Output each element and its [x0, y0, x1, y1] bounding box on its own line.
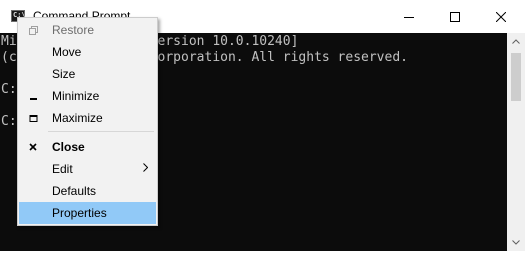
- scroll-down-button[interactable]: [507, 234, 525, 251]
- minimize-icon: [404, 16, 414, 18]
- menu-item-label: Defaults: [52, 184, 97, 198]
- menu-item-size[interactable]: Size: [19, 63, 156, 85]
- maximize-button[interactable]: [432, 0, 478, 33]
- close-icon: [29, 143, 37, 151]
- menu-item-label: Restore: [52, 23, 95, 37]
- restore-icon: [28, 25, 38, 35]
- chevron-right-icon: [143, 163, 148, 172]
- menu-separator: [48, 131, 154, 132]
- menu-item-minimize[interactable]: Minimize: [19, 85, 156, 107]
- chevron-down-icon: [512, 240, 520, 245]
- close-icon: [496, 11, 506, 22]
- system-menu: Restore Move Size Minimize Maximize Clos…: [17, 17, 158, 226]
- menu-item-label: Maximize: [52, 111, 103, 125]
- maximize-icon: [450, 11, 460, 22]
- menu-item-edit[interactable]: Edit: [19, 158, 156, 180]
- menu-item-label: Properties: [52, 206, 107, 220]
- menu-item-maximize[interactable]: Maximize: [19, 107, 156, 129]
- menu-item-properties[interactable]: Properties: [19, 202, 156, 224]
- menu-item-label: Edit: [52, 162, 73, 176]
- menu-item-label: Close: [52, 140, 85, 154]
- menu-item-defaults[interactable]: Defaults: [19, 180, 156, 202]
- maximize-icon: [29, 114, 37, 122]
- menu-item-move[interactable]: Move: [19, 41, 156, 63]
- minimize-button[interactable]: [386, 0, 432, 33]
- command-prompt-window: C:\ Command Prompt Microsoft Windows [Ve…: [0, 0, 525, 258]
- menu-item-label: Minimize: [52, 89, 100, 103]
- menu-item-close[interactable]: Close: [19, 136, 156, 158]
- close-button[interactable]: [478, 0, 524, 33]
- scroll-thumb[interactable]: [511, 53, 521, 101]
- menu-item-label: Size: [52, 67, 76, 81]
- menu-item-label: Move: [52, 45, 82, 59]
- menu-item-restore[interactable]: Restore: [19, 19, 156, 41]
- scroll-up-button[interactable]: [507, 33, 525, 50]
- chevron-up-icon: [512, 39, 520, 44]
- window-bottom-border: [0, 251, 525, 258]
- vertical-scrollbar[interactable]: [507, 33, 525, 251]
- minimize-icon: [29, 97, 37, 100]
